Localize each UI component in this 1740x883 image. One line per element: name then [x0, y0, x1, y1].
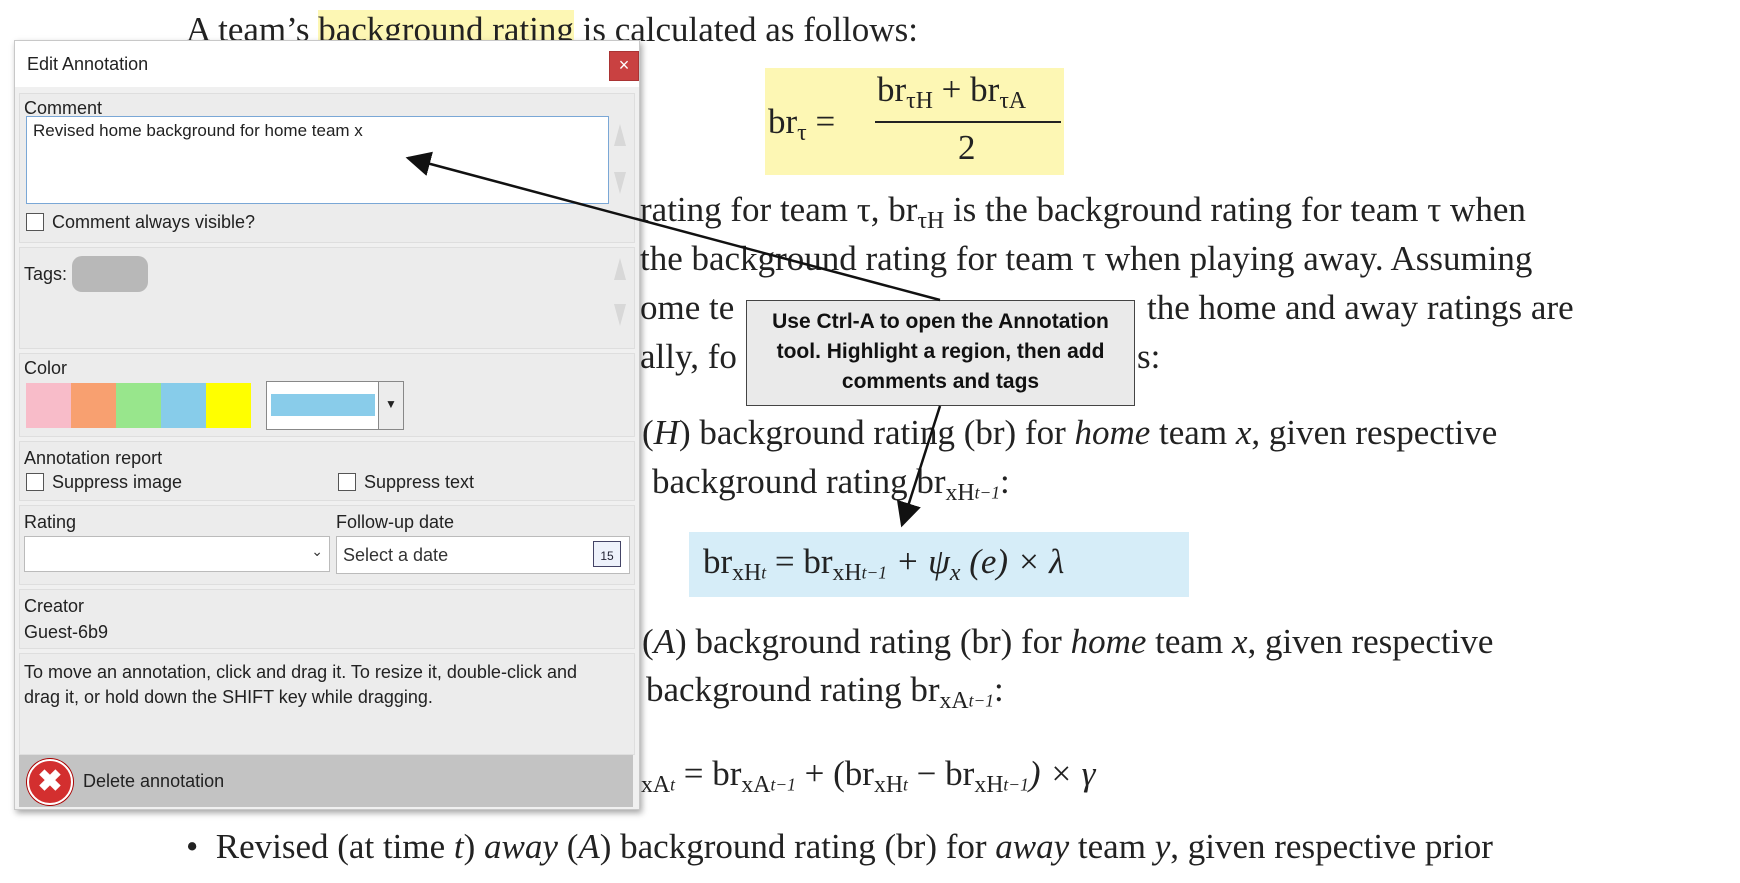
callout-arrows	[405, 151, 942, 528]
arrow-to-comment	[405, 151, 941, 302]
arrow-to-equation	[896, 405, 942, 528]
